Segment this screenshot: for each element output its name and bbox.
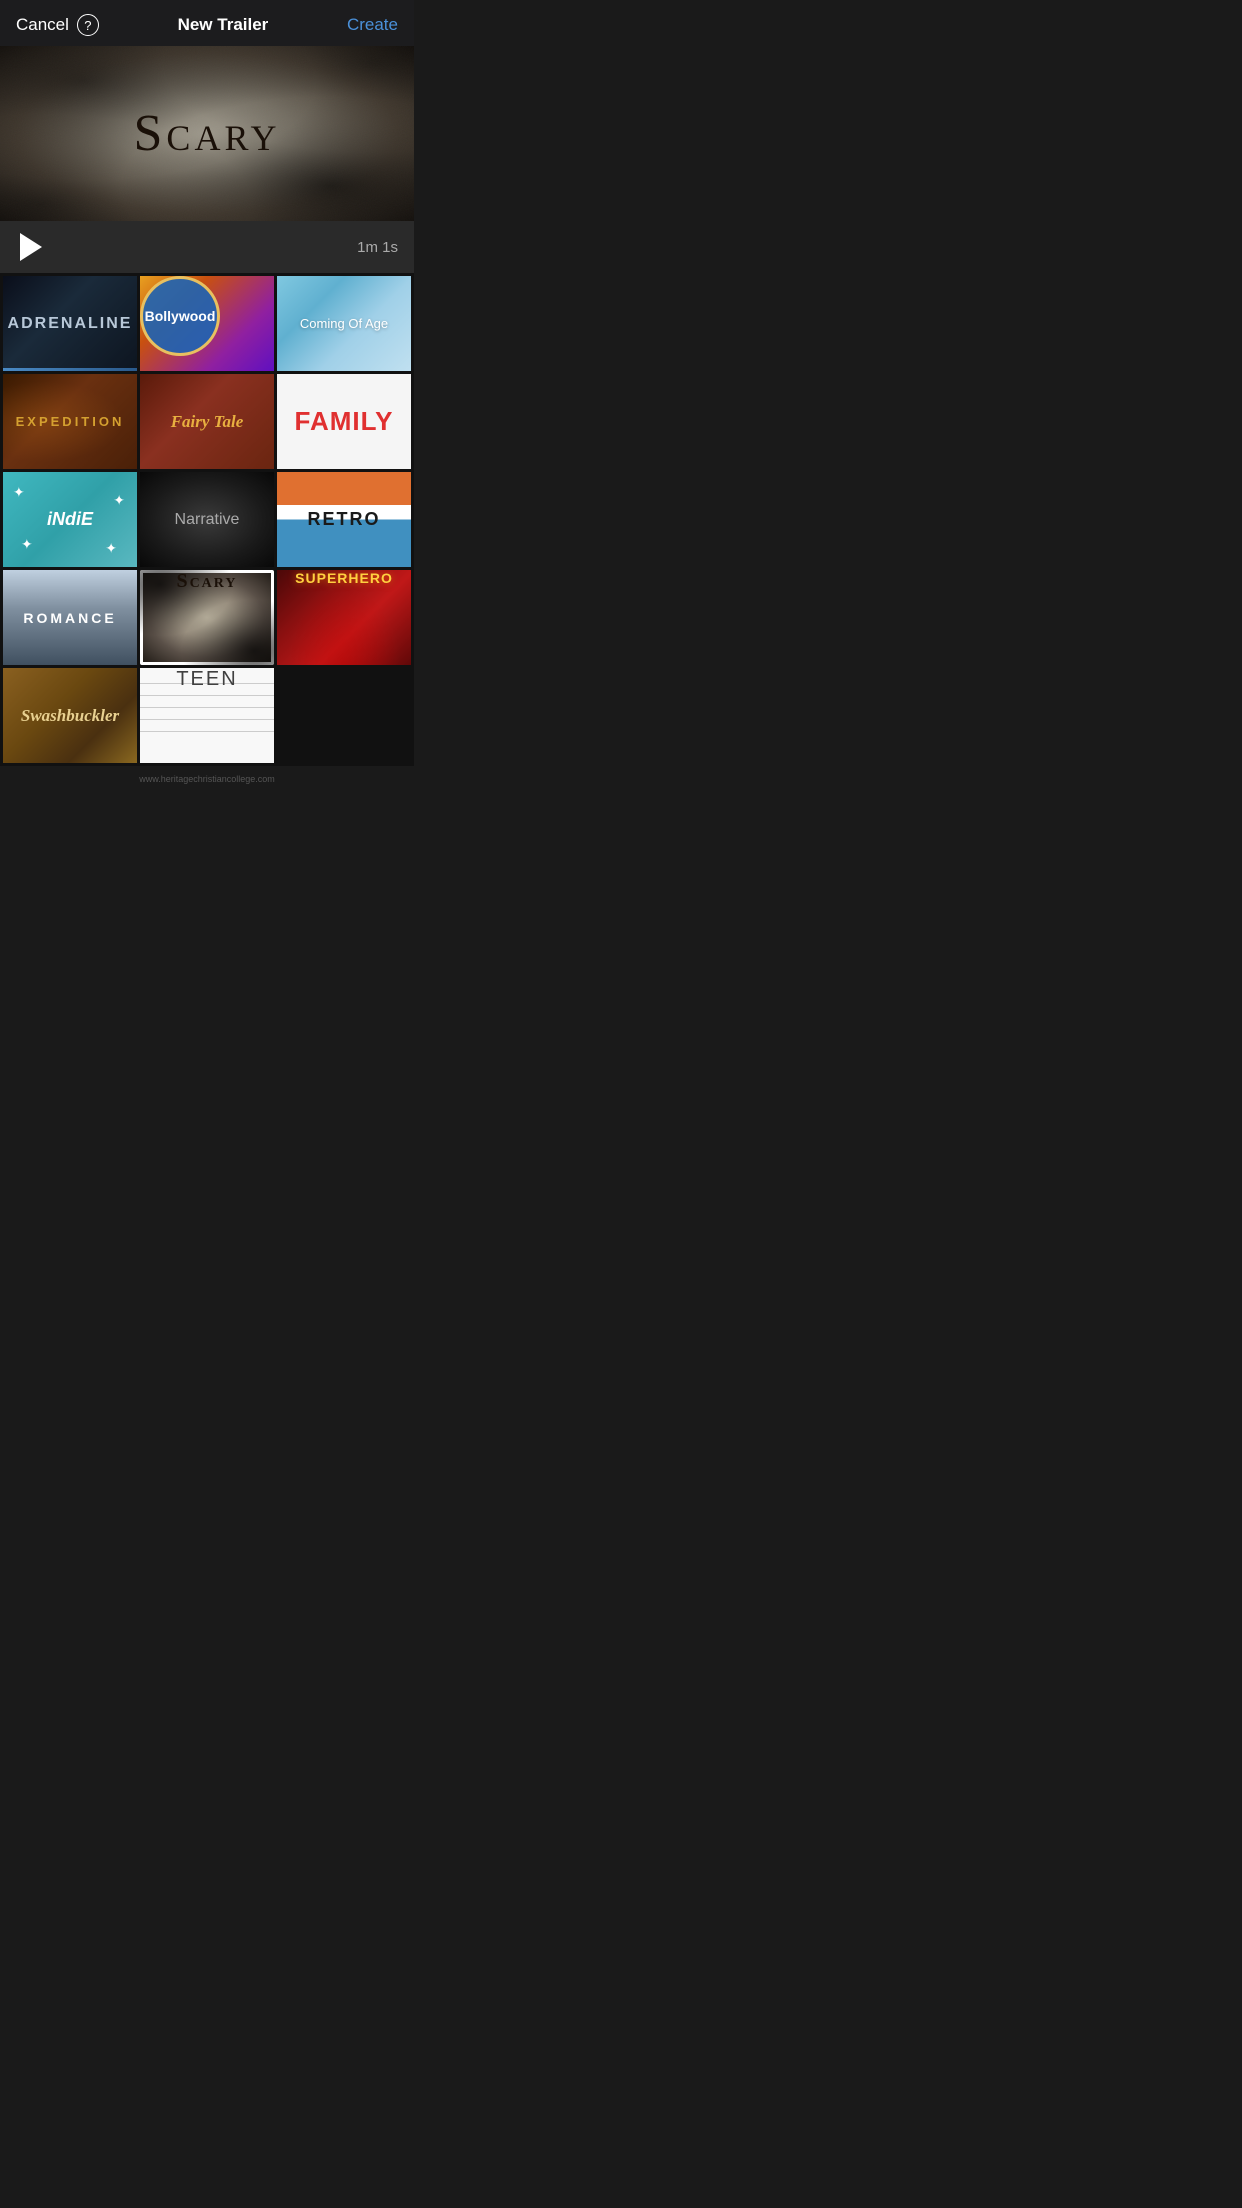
- trailer-label-bollywood: Bollywood: [140, 276, 220, 356]
- preview-title: Scary: [134, 104, 281, 163]
- trailer-item-indie[interactable]: ✦ ✦ ✦ ✦ iNdiE: [3, 472, 137, 567]
- trailer-label-superhero: SUPERHERO: [277, 570, 411, 586]
- cancel-button[interactable]: Cancel ?: [16, 14, 99, 36]
- trailer-grid: ADRENALINE Bollywood Coming Of Age EXPED…: [0, 273, 414, 766]
- preview-area: Scary 1m 1s: [0, 46, 414, 273]
- trailer-label-adrenaline: ADRENALINE: [3, 276, 137, 371]
- trailer-label-fairy-tale: Fairy Tale: [140, 374, 274, 469]
- trailer-item-family[interactable]: FAMILY: [277, 374, 411, 469]
- trailer-item-romance[interactable]: ROMANCE: [3, 570, 137, 665]
- trailer-label-narrative: Narrative: [140, 472, 274, 567]
- trailer-item-fairy-tale[interactable]: Fairy Tale: [140, 374, 274, 469]
- trailer-label-romance: ROMANCE: [3, 570, 137, 665]
- footer-credit: www.heritagechristiancollege.com: [0, 766, 414, 792]
- trailer-label-teen: TEEN: [140, 668, 274, 691]
- duration-text: 1m 1s: [357, 239, 398, 256]
- help-button[interactable]: ?: [77, 14, 99, 36]
- trailer-item-adrenaline[interactable]: ADRENALINE: [3, 276, 137, 371]
- trailer-label-scary: Scary: [140, 570, 274, 593]
- create-button[interactable]: Create: [347, 15, 398, 35]
- trailer-item-coming-of-age[interactable]: Coming Of Age: [277, 276, 411, 371]
- trailer-item-teen[interactable]: TEEN: [140, 668, 274, 763]
- trailer-item-retro[interactable]: RETRO: [277, 472, 411, 567]
- page-title: New Trailer: [178, 15, 269, 35]
- playback-bar: 1m 1s: [0, 221, 414, 273]
- trailer-label-retro: RETRO: [277, 472, 411, 567]
- trailer-item-bollywood[interactable]: Bollywood: [140, 276, 274, 371]
- trailer-item-scary[interactable]: Scary: [140, 570, 274, 665]
- trailer-label-coming-of-age: Coming Of Age: [277, 276, 411, 371]
- trailer-label-expedition: EXPEDITION: [3, 374, 137, 469]
- trailer-label-swashbuckler: Swashbuckler: [3, 668, 137, 763]
- play-button[interactable]: [20, 233, 42, 261]
- trailer-item-swashbuckler[interactable]: Swashbuckler: [3, 668, 137, 763]
- trailer-item-expedition[interactable]: EXPEDITION: [3, 374, 137, 469]
- trailer-item-narrative[interactable]: Narrative: [140, 472, 274, 567]
- nav-bar: Cancel ? New Trailer Create: [0, 0, 414, 46]
- help-icon: ?: [84, 18, 91, 33]
- trailer-label-family: FAMILY: [277, 374, 411, 469]
- cancel-label[interactable]: Cancel: [16, 15, 69, 35]
- preview-thumbnail: Scary: [0, 46, 414, 221]
- trailer-item-superhero[interactable]: SUPERHERO: [277, 570, 411, 665]
- trailer-label-indie: iNdiE: [3, 472, 137, 567]
